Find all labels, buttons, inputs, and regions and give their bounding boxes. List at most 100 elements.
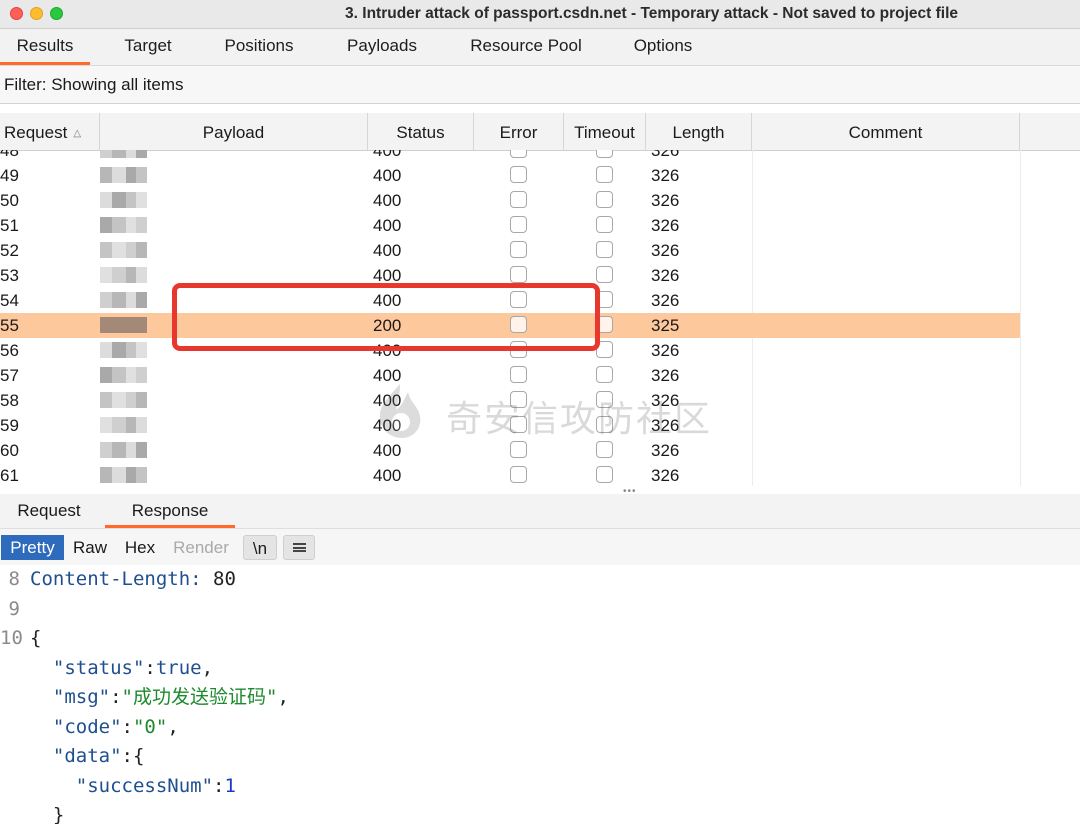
render-button[interactable]: Render (166, 535, 236, 560)
response-length: 326 (651, 441, 680, 460)
request-number: 56 (0, 341, 19, 360)
tab-results[interactable]: Results (0, 29, 90, 65)
tab-options[interactable]: Options (620, 29, 706, 65)
options-menu-button[interactable] (283, 535, 315, 560)
table-row[interactable]: 50 400 326 (0, 188, 1020, 213)
tab-target[interactable]: Target (103, 29, 193, 65)
pretty-button[interactable]: Pretty (1, 535, 64, 560)
timeout-checkbox (596, 441, 613, 458)
timeout-checkbox (596, 191, 613, 208)
hex-button[interactable]: Hex (117, 535, 163, 560)
status-code: 400 (373, 241, 402, 260)
response-length: 326 (651, 150, 680, 160)
timeout-checkbox (596, 241, 613, 258)
column-header-timeout[interactable]: Timeout (564, 113, 646, 150)
table-row[interactable]: 51 400 326 (0, 213, 1020, 238)
code-text: "successNum":1 (75, 775, 236, 797)
table-row[interactable]: 58 400 326 (0, 388, 1020, 413)
error-checkbox (510, 441, 527, 458)
table-row[interactable]: 53 400 326 (0, 263, 1020, 288)
window-title-bar: 3. Intruder attack of passport.csdn.net … (0, 0, 1080, 29)
status-code: 400 (373, 366, 402, 385)
request-number: 60 (0, 441, 19, 460)
sort-ascending-icon: △ (73, 128, 82, 139)
error-checkbox (510, 291, 527, 308)
timeout-checkbox (596, 216, 613, 233)
table-row[interactable]: 52 400 326 (0, 238, 1020, 263)
table-row[interactable]: 57 400 326 (0, 363, 1020, 388)
response-length: 326 (651, 166, 680, 185)
request-number: 50 (0, 191, 19, 210)
status-code: 400 (373, 416, 402, 435)
column-header-request-label: Request (4, 123, 68, 142)
table-row[interactable]: 60 400 326 (0, 438, 1020, 463)
timeout-checkbox (596, 416, 613, 433)
payload-blurred (100, 413, 148, 438)
status-code: 400 (373, 341, 402, 360)
response-length: 326 (651, 366, 680, 385)
column-header-error[interactable]: Error (474, 113, 564, 150)
table-row[interactable]: 48 400 326 (0, 150, 1020, 163)
column-header-payload[interactable]: Payload (100, 113, 368, 150)
table-row[interactable]: 54 400 326 (0, 288, 1020, 313)
response-view-toolbar: Pretty Raw Hex Render \n (0, 529, 1080, 565)
error-checkbox (510, 341, 527, 358)
error-checkbox (510, 466, 527, 483)
response-body-editor[interactable]: 8 Content-Length: 80 9 10 { "status":true, "… (0, 566, 1080, 824)
payload-blurred (100, 463, 148, 486)
request-number: 59 (0, 416, 19, 435)
tab-payloads[interactable]: Payloads (334, 29, 430, 65)
payload-blurred (100, 438, 148, 463)
error-checkbox (510, 191, 527, 208)
request-number: 52 (0, 241, 19, 260)
error-checkbox (510, 391, 527, 408)
error-checkbox (510, 150, 527, 158)
tab-resource-pool[interactable]: Resource Pool (456, 29, 596, 65)
code-text: "msg":"成功发送验证码", (52, 686, 289, 708)
raw-button[interactable]: Raw (66, 535, 114, 560)
timeout-checkbox (596, 150, 613, 158)
payload-blurred (100, 263, 148, 288)
line-number: 8 (8, 568, 20, 590)
timeout-checkbox (596, 316, 613, 333)
table-row[interactable]: 56 400 326 (0, 338, 1020, 363)
table-row[interactable]: 61 400 326 (0, 463, 1020, 486)
payload-blurred (100, 238, 148, 263)
response-length: 325 (651, 316, 680, 335)
tab-response[interactable]: Response (105, 494, 235, 528)
response-length: 326 (651, 341, 680, 360)
code-text: Content-Length: 80 (30, 568, 236, 590)
request-number: 53 (0, 266, 19, 285)
line-number: 10 (0, 627, 23, 649)
request-number: 61 (0, 466, 19, 485)
table-row[interactable]: 49 400 326 (0, 163, 1020, 188)
status-code: 400 (373, 441, 402, 460)
error-checkbox (510, 316, 527, 333)
response-length: 326 (651, 216, 680, 235)
response-length: 326 (651, 416, 680, 435)
table-body: 48 400 326 49 400 326 50 400 326 51 400 326 52 400 326… (0, 150, 1080, 486)
payload-blurred (100, 388, 148, 413)
table-row[interactable]: 55 200 325 (0, 313, 1020, 338)
column-header-length[interactable]: Length (646, 113, 752, 150)
filter-label: Filter: Showing all items (4, 75, 184, 94)
column-header-comment[interactable]: Comment (752, 113, 1020, 150)
status-code: 400 (373, 191, 402, 210)
payload-blurred (100, 288, 148, 313)
payload-blurred (100, 163, 148, 188)
results-table: Request △ Payload Status Error Timeout Le… (0, 113, 1080, 486)
tab-positions[interactable]: Positions (210, 29, 308, 65)
table-row[interactable]: 59 400 326 (0, 413, 1020, 438)
table-header: Request △ Payload Status Error Timeout Le… (0, 113, 1080, 151)
status-code: 400 (373, 166, 402, 185)
column-header-status[interactable]: Status (368, 113, 474, 150)
column-header-request[interactable]: Request △ (0, 113, 100, 150)
status-code: 400 (373, 150, 402, 160)
tab-request[interactable]: Request (0, 494, 98, 528)
line-number: 9 (8, 598, 20, 620)
show-newlines-button[interactable]: \n (243, 535, 277, 560)
response-length: 326 (651, 291, 680, 310)
payload-blurred (100, 188, 148, 213)
filter-bar[interactable]: Filter: Showing all items (0, 66, 1080, 104)
timeout-checkbox (596, 391, 613, 408)
